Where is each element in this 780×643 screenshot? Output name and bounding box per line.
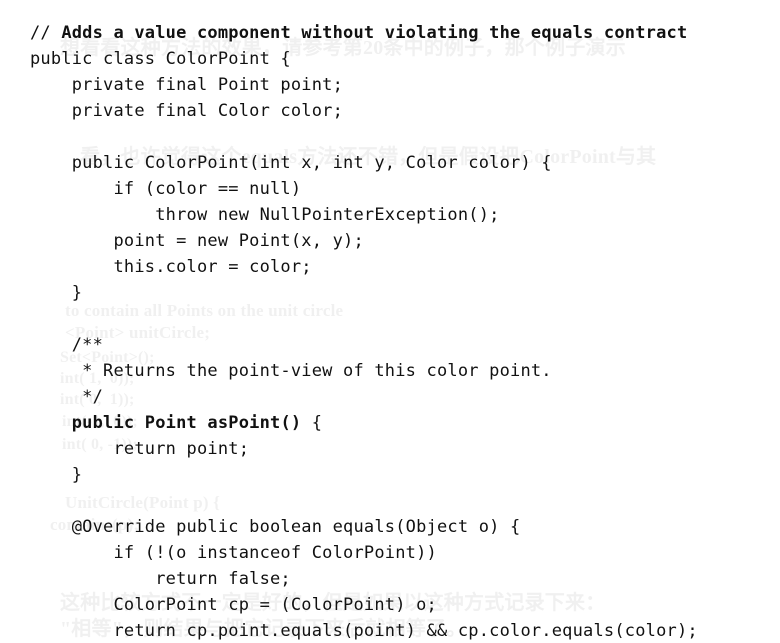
code-line: /** [30, 335, 103, 355]
code-line: throw new NullPointerException(); [30, 205, 500, 225]
code-line: { [301, 413, 322, 433]
code-line: if (!(o instanceof ColorPoint)) [30, 543, 437, 563]
method-signature-bold: public Point asPoint() [72, 413, 302, 433]
code-line: ColorPoint cp = (ColorPoint) o; [30, 595, 437, 615]
code-line: // [30, 23, 61, 43]
code-listing: // Adds a value component without violat… [0, 0, 780, 643]
code-line: @Override public boolean equals(Object o… [30, 517, 520, 537]
code-line: this.color = color; [30, 257, 312, 277]
code-line: private final Color color; [30, 101, 343, 121]
code-line: return point; [30, 439, 249, 459]
code-comment-bold: Adds a value component without violating… [61, 23, 687, 43]
code-line: } [30, 283, 82, 303]
code-line [30, 413, 72, 433]
code-line: } [30, 465, 82, 485]
code-line: return false; [30, 569, 291, 589]
code-line: * Returns the point-view of this color p… [30, 361, 552, 381]
code-line: public class ColorPoint { [30, 49, 291, 69]
code-line: if (color == null) [30, 179, 301, 199]
code-line: public ColorPoint(int x, int y, Color co… [30, 153, 552, 173]
code-line: point = new Point(x, y); [30, 231, 364, 251]
scanned-code-page: 想看看这种方法的效果，请参考第20条中的例子，那个例子演示 看，也许觉得这个eq… [0, 0, 780, 643]
code-line: */ [30, 387, 103, 407]
code-line: private final Point point; [30, 75, 343, 95]
code-line: return cp.point.equals(point) && cp.colo… [30, 621, 698, 641]
